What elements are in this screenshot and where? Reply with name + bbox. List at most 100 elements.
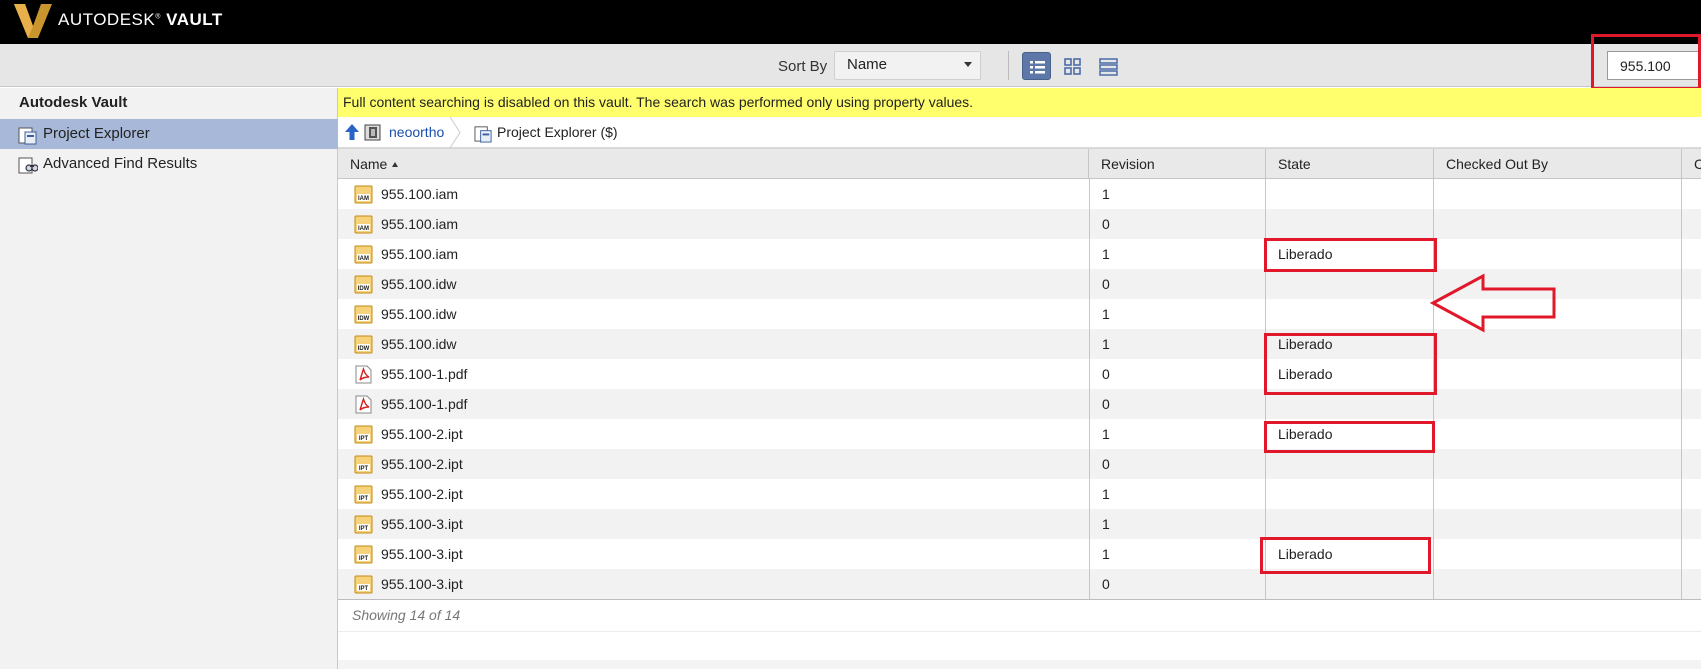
cell-name[interactable]: IPT 955.100-3.ipt	[338, 569, 1089, 599]
cell-state	[1266, 449, 1434, 479]
cell-name[interactable]: IPT 955.100-2.ipt	[338, 449, 1089, 479]
cell-revision: 1	[1089, 539, 1266, 569]
cell-name[interactable]: IAM 955.100.iam	[338, 239, 1089, 269]
column-header-checked-out-by[interactable]: Checked Out By	[1434, 149, 1682, 179]
search-input[interactable]	[1607, 51, 1701, 80]
cell-name[interactable]: IPT 955.100-3.ipt	[338, 509, 1089, 539]
pdf-file-icon	[355, 395, 372, 414]
idw-file-icon: IDW	[354, 305, 373, 324]
column-header-truncated[interactable]: C	[1682, 149, 1701, 179]
table-row[interactable]: 955.100-1.pdf 0 Liberado	[338, 359, 1701, 389]
cell-revision: 1	[1089, 479, 1266, 509]
arrow-up-icon[interactable]	[344, 123, 360, 141]
cell-checked-out-by	[1434, 359, 1682, 389]
table-row[interactable]: IAM 955.100.iam 1	[338, 179, 1701, 209]
svg-text:IDW: IDW	[358, 346, 370, 352]
breadcrumb-current-folder[interactable]: Project Explorer ($)	[497, 124, 618, 140]
sidebar-item-label: Project Explorer	[43, 125, 150, 142]
ipt-file-icon: IPT	[354, 515, 373, 534]
column-header-name[interactable]: Name	[338, 149, 1089, 179]
table-row[interactable]: IPT 955.100-3.ipt 1	[338, 509, 1701, 539]
cell-name[interactable]: IAM 955.100.iam	[338, 209, 1089, 239]
app-header: AUTODESK® VAULT	[0, 0, 1701, 44]
cell-name[interactable]: IDW 955.100.idw	[338, 329, 1089, 359]
table-row[interactable]: 955.100-1.pdf 0	[338, 389, 1701, 419]
autodesk-logo-icon	[14, 4, 52, 38]
sort-by-select[interactable]: Name	[834, 51, 981, 80]
table-row[interactable]: IPT 955.100-3.ipt 0	[338, 569, 1701, 599]
cell-name[interactable]: IDW 955.100.idw	[338, 269, 1089, 299]
details-view-button[interactable]	[1094, 52, 1123, 80]
cell-revision: 1	[1089, 509, 1266, 539]
cell-state	[1266, 269, 1434, 299]
cell-revision: 0	[1089, 209, 1266, 239]
file-name: 955.100-2.ipt	[381, 456, 463, 472]
cell-revision: 1	[1089, 179, 1266, 209]
cell-state	[1266, 479, 1434, 509]
sidebar-item-project-explorer[interactable]: Project Explorer	[0, 119, 338, 149]
table-row[interactable]: IPT 955.100-2.ipt 1 Liberado	[338, 419, 1701, 449]
svg-text:IAM: IAM	[358, 256, 369, 262]
table-row[interactable]: IAM 955.100.iam 1 Liberado	[338, 239, 1701, 269]
list-view-button[interactable]	[1022, 52, 1051, 80]
details-view-icon	[1099, 58, 1118, 76]
project-explorer-icon	[18, 127, 37, 145]
file-name: 955.100-3.ipt	[381, 576, 463, 592]
cell-name[interactable]: IPT 955.100-3.ipt	[338, 539, 1089, 569]
cell-name[interactable]: IPT 955.100-2.ipt	[338, 419, 1089, 449]
cell-name[interactable]: 955.100-1.pdf	[338, 389, 1089, 419]
file-list: IAM 955.100.iam 1 IAM 955.100.iam 0 IAM 955.100…	[338, 179, 1701, 599]
sidebar-item-advanced-find-results[interactable]: Advanced Find Results	[0, 149, 338, 179]
ipt-file-icon: IPT	[354, 575, 373, 594]
svg-text:IPT: IPT	[359, 436, 369, 442]
cell-state	[1266, 209, 1434, 239]
svg-text:IDW: IDW	[358, 286, 370, 292]
pdf-file-icon	[355, 365, 372, 384]
iam-file-icon: IAM	[354, 185, 373, 204]
cell-name[interactable]: IAM 955.100.iam	[338, 179, 1089, 209]
cell-revision: 1	[1089, 419, 1266, 449]
cell-revision: 0	[1089, 569, 1266, 599]
column-header-state[interactable]: State	[1266, 149, 1434, 179]
list-view-icon	[1030, 61, 1045, 74]
cell-name[interactable]: 955.100-1.pdf	[338, 359, 1089, 389]
file-name: 955.100.iam	[381, 216, 459, 232]
file-name: 955.100-2.ipt	[381, 426, 463, 442]
horizontal-scrollbar[interactable]	[338, 660, 1701, 669]
cell-revision: 1	[1089, 299, 1266, 329]
iam-file-icon: IAM	[354, 215, 373, 234]
tiles-view-button[interactable]	[1058, 52, 1087, 80]
cell-name[interactable]: IDW 955.100.idw	[338, 299, 1089, 329]
iam-file-icon: IAM	[354, 245, 373, 264]
breadcrumb-vault-link[interactable]: neoortho	[389, 124, 444, 140]
table-row[interactable]: IAM 955.100.iam 0	[338, 209, 1701, 239]
file-name: 955.100.idw	[381, 306, 457, 322]
result-count: Showing 14 of 14	[352, 607, 461, 623]
cell-state	[1266, 389, 1434, 419]
cell-state: Liberado	[1266, 419, 1434, 449]
sort-ascending-icon	[392, 162, 399, 167]
project-explorer-icon	[474, 126, 492, 143]
table-row[interactable]: IPT 955.100-2.ipt 0	[338, 449, 1701, 479]
ipt-file-icon: IPT	[354, 455, 373, 474]
cell-name[interactable]: IPT 955.100-2.ipt	[338, 479, 1089, 509]
sidebar-item-label: Advanced Find Results	[43, 155, 198, 172]
sidebar-title: Autodesk Vault	[19, 94, 128, 111]
cell-state	[1266, 509, 1434, 539]
cell-checked-out-by	[1434, 569, 1682, 599]
cell-state: Liberado	[1266, 539, 1434, 569]
footer-divider	[338, 631, 1701, 632]
chevron-down-icon	[964, 62, 972, 67]
breadcrumb-separator-icon	[449, 117, 461, 148]
arrow-left-annotation-icon	[1430, 273, 1556, 333]
svg-text:IPT: IPT	[359, 586, 369, 592]
table-row[interactable]: IPT 955.100-2.ipt 1	[338, 479, 1701, 509]
cell-checked-out-by	[1434, 539, 1682, 569]
table-row[interactable]: IPT 955.100-3.ipt 1 Liberado	[338, 539, 1701, 569]
ipt-file-icon: IPT	[354, 485, 373, 504]
file-name: 955.100.idw	[381, 336, 457, 352]
file-name: 955.100.iam	[381, 186, 459, 202]
column-header-revision[interactable]: Revision	[1089, 149, 1266, 179]
cell-state: Liberado	[1266, 239, 1434, 269]
cell-checked-out-by	[1434, 509, 1682, 539]
